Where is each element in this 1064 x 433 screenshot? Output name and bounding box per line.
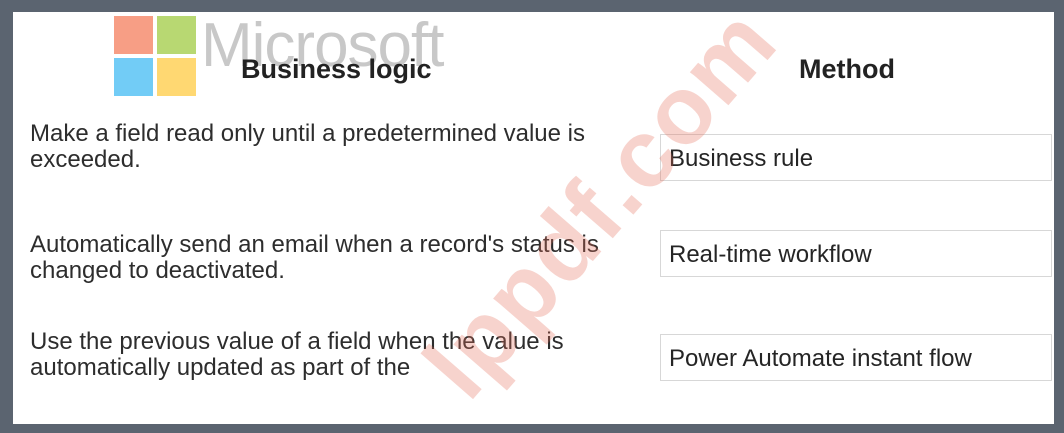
method-header: Method <box>799 54 895 84</box>
method-box-row-3[interactable]: Power Automate instant flow <box>660 334 1052 381</box>
business-logic-row-1: Make a field read only until a predeterm… <box>30 120 585 173</box>
content-frame: Microsoft Business logic Method Make a f… <box>13 12 1054 424</box>
business-logic-header: Business logic <box>241 54 432 84</box>
microsoft-logo <box>114 12 204 96</box>
logo-square-red <box>114 16 153 54</box>
business-logic-row-2: Automatically send an email when a recor… <box>30 231 599 284</box>
method-box-row-1[interactable]: Business rule <box>660 134 1052 181</box>
logo-square-green <box>157 16 196 54</box>
logo-square-yellow <box>157 58 196 96</box>
logo-square-blue <box>114 58 153 96</box>
method-box-row-2[interactable]: Real-time workflow <box>660 230 1052 277</box>
business-logic-row-3: Use the previous value of a field when t… <box>30 328 564 381</box>
